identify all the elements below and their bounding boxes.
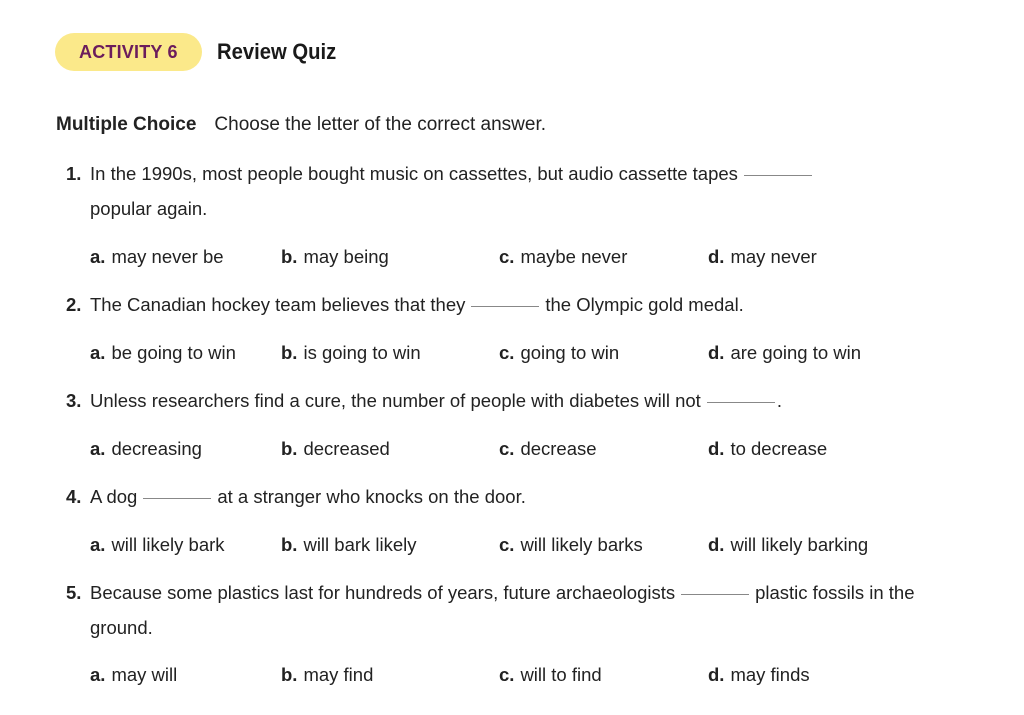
option-letter: d. — [708, 342, 725, 363]
option-letter: d. — [708, 534, 725, 555]
option-letter: a. — [90, 534, 106, 555]
option-d[interactable]: d. may never — [708, 245, 817, 269]
option-text: is going to win — [303, 342, 421, 363]
option-a[interactable]: a. be going to win — [90, 341, 236, 365]
answer-blank — [681, 593, 750, 595]
option-a[interactable]: a. may never be — [90, 245, 224, 269]
option-letter: b. — [281, 246, 298, 267]
option-b[interactable]: b. will bark likely — [281, 533, 417, 557]
question-number: 5. — [66, 582, 82, 603]
option-text: will likely barks — [520, 534, 643, 555]
option-text: may will — [111, 664, 178, 685]
question-number: 3. — [66, 390, 82, 411]
answer-blank — [471, 305, 540, 307]
option-letter: d. — [708, 246, 725, 267]
option-letter: b. — [281, 342, 298, 363]
option-text: will to find — [520, 664, 602, 685]
answer-blank — [143, 497, 212, 499]
option-text: are going to win — [730, 342, 862, 363]
option-text: may never — [730, 246, 817, 267]
option-letter: a. — [90, 664, 106, 685]
option-c[interactable]: c. going to win — [499, 341, 619, 365]
question-text-after: . — [776, 390, 782, 411]
question-number: 4. — [66, 486, 82, 507]
option-text: maybe never — [520, 246, 628, 267]
option-d[interactable]: d. to decrease — [708, 437, 827, 461]
option-c[interactable]: c. decrease — [499, 437, 597, 461]
option-text: may find — [303, 664, 374, 685]
option-text: be going to win — [111, 342, 236, 363]
question-text-after: plastic fossils in the — [755, 582, 915, 603]
question-text-before: A dog — [90, 486, 138, 507]
option-c[interactable]: c. will likely barks — [499, 533, 643, 557]
option-text: will likely bark — [111, 534, 225, 555]
question-number: 2. — [66, 294, 82, 315]
option-text: going to win — [520, 342, 620, 363]
activity-header: ACTIVITY 6 Review Quiz — [55, 33, 346, 71]
option-letter: a. — [90, 246, 106, 267]
question-text-continued: ground. — [90, 617, 153, 638]
option-text: decrease — [520, 438, 597, 459]
option-letter: b. — [281, 664, 298, 685]
instructions-text: Choose the letter of the correct answer. — [214, 114, 547, 135]
option-text: to decrease — [730, 438, 828, 459]
option-letter: d. — [708, 438, 725, 459]
page-title: Review Quiz — [216, 39, 336, 64]
option-letter: c. — [499, 664, 515, 685]
option-b[interactable]: b. decreased — [281, 437, 390, 461]
answer-blank — [743, 174, 812, 176]
option-letter: a. — [90, 342, 106, 363]
option-a[interactable]: a. decreasing — [90, 437, 202, 461]
option-b[interactable]: b. is going to win — [281, 341, 421, 365]
question-text-after: at a stranger who knocks on the door. — [217, 486, 526, 507]
question-text-before: Because some plastics last for hundreds … — [90, 582, 676, 603]
option-text: decreasing — [111, 438, 202, 459]
question-number: 1. — [66, 163, 82, 184]
question-text-before: The Canadian hockey team believes that t… — [90, 294, 466, 315]
option-d[interactable]: d. will likely barking — [708, 533, 868, 557]
option-a[interactable]: a. may will — [90, 663, 177, 687]
question-text: A dog at a stranger who knocks on the doo… — [90, 485, 526, 509]
option-letter: b. — [281, 534, 298, 555]
option-text: decreased — [303, 438, 390, 459]
question-text-continued: popular again. — [90, 198, 208, 219]
question-text: In the 1990s, most people bought music o… — [90, 162, 818, 186]
option-letter: c. — [499, 438, 515, 459]
question-text: The Canadian hockey team believes that t… — [90, 293, 744, 317]
option-b[interactable]: b. may find — [281, 663, 373, 687]
question-text-after: the Olympic gold medal. — [545, 294, 744, 315]
option-d[interactable]: d. are going to win — [708, 341, 861, 365]
option-text: may finds — [730, 664, 810, 685]
option-c[interactable]: c. maybe never — [499, 245, 627, 269]
option-letter: b. — [281, 438, 298, 459]
question-text: Unless researchers find a cure, the numb… — [90, 389, 782, 413]
option-text: will likely barking — [730, 534, 869, 555]
question-text-before: In the 1990s, most people bought music o… — [90, 163, 738, 184]
question-text-before: Unless researchers find a cure, the numb… — [90, 390, 701, 411]
option-text: may being — [303, 246, 389, 267]
option-letter: c. — [499, 246, 515, 267]
option-letter: c. — [499, 534, 515, 555]
option-text: may never be — [111, 246, 224, 267]
option-a[interactable]: a. will likely bark — [90, 533, 225, 557]
option-letter: c. — [499, 342, 515, 363]
option-d[interactable]: d. may finds — [708, 663, 810, 687]
option-b[interactable]: b. may being — [281, 245, 389, 269]
section-label: Multiple Choice — [56, 114, 197, 135]
instructions: Multiple Choice Choose the letter of the … — [56, 113, 546, 137]
option-text: will bark likely — [303, 534, 417, 555]
option-c[interactable]: c. will to find — [499, 663, 602, 687]
activity-badge: ACTIVITY 6 — [55, 33, 202, 71]
option-letter: d. — [708, 664, 725, 685]
answer-blank — [706, 401, 775, 403]
option-letter: a. — [90, 438, 106, 459]
question-text: Because some plastics last for hundreds … — [90, 581, 914, 605]
